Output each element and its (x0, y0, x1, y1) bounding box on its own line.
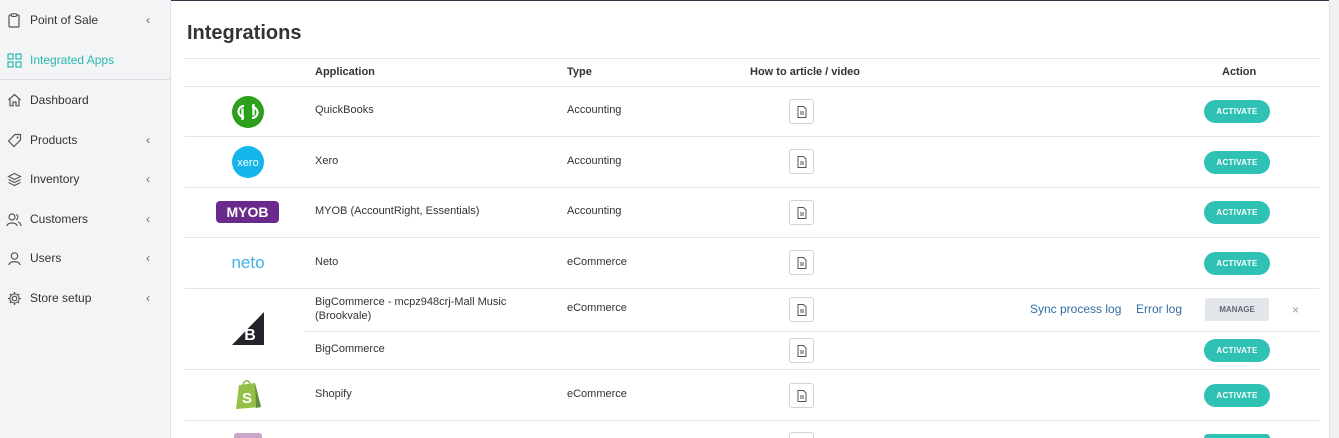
grid-icon (6, 52, 22, 68)
article-button[interactable] (789, 99, 814, 124)
user-icon (6, 250, 22, 266)
document-icon (797, 257, 807, 269)
application-name: Xero (315, 155, 339, 167)
application-type: Accounting (567, 205, 622, 217)
sidebar-item-label: Store setup (30, 291, 92, 305)
chevron-left-icon: ‹ (146, 172, 150, 186)
chevron-left-icon: ‹ (146, 13, 150, 27)
row-divider (305, 331, 1319, 332)
application-name: Shopify (315, 388, 352, 400)
application-name: MYOB (AccountRight, Essentials) (315, 205, 480, 217)
row-divider (185, 187, 1319, 188)
document-icon (797, 390, 807, 402)
column-header-application: Application (315, 66, 375, 78)
error-log-link[interactable]: Error log (1136, 302, 1182, 316)
column-header-howto: How to article / video (750, 66, 861, 78)
column-header-action: Action (1222, 66, 1257, 78)
activate-button[interactable]: ACTIVATE (1204, 384, 1270, 407)
article-button[interactable] (789, 383, 814, 408)
xero-logo-text: xero (237, 157, 258, 169)
remove-integration-icon[interactable]: × (1292, 303, 1299, 317)
sidebar-item-dashboard[interactable]: Dashboard (0, 82, 170, 118)
sidebar-item-inventory[interactable]: Inventory ‹ (0, 161, 170, 197)
row-divider (185, 420, 1319, 421)
sidebar-item-label: Users (30, 251, 62, 265)
home-icon (6, 92, 22, 108)
sidebar: Point of Sale ‹ Integrated Apps Dashboar… (0, 0, 171, 438)
gear-icon (6, 290, 22, 306)
layers-icon (6, 171, 22, 187)
top-border (170, 0, 1339, 1)
sidebar-item-point-of-sale[interactable]: Point of Sale ‹ (0, 2, 170, 38)
sidebar-divider (0, 79, 170, 80)
chevron-left-icon: ‹ (146, 133, 150, 147)
neto-logo: neto (229, 252, 267, 275)
application-type: Accounting (567, 155, 622, 167)
sidebar-item-label: Integrated Apps (30, 53, 115, 67)
vertical-scrollbar[interactable] (1329, 0, 1339, 438)
application-name: BigCommerce - mcpz948crj-Mall Music (Bro… (315, 296, 507, 322)
article-button[interactable] (789, 149, 814, 174)
partial-logo (234, 433, 262, 438)
sync-process-log-link[interactable]: Sync process log (1030, 302, 1121, 316)
document-icon (797, 304, 807, 316)
xero-logo: xero (232, 146, 264, 181)
page-title: Integrations (187, 22, 302, 44)
application-name: BigCommerce (315, 343, 385, 355)
activate-button[interactable]: ACTIVATE (1204, 339, 1270, 362)
chevron-left-icon: ‹ (146, 212, 150, 226)
document-icon (797, 106, 807, 118)
application-name: Neto (315, 256, 339, 268)
document-icon (797, 156, 807, 168)
sidebar-item-users[interactable]: Users ‹ (0, 240, 170, 276)
clipboard-icon (6, 12, 22, 28)
application-type: eCommerce (567, 256, 627, 268)
activate-button[interactable]: ACTIVATE (1204, 252, 1270, 275)
row-divider (185, 86, 1319, 87)
row-divider (185, 369, 1319, 370)
article-button[interactable] (789, 250, 814, 275)
activate-button[interactable]: ACTIVATE (1204, 100, 1270, 123)
sidebar-item-products[interactable]: Products ‹ (0, 122, 170, 158)
bigcommerce-logo: B (232, 312, 264, 348)
application-type: Accounting (567, 104, 622, 116)
svg-text:B: B (244, 327, 256, 344)
activate-button[interactable]: ACTIVATE (1204, 151, 1270, 174)
shopify-logo: S (234, 378, 262, 413)
table-top-border (185, 58, 1319, 59)
document-icon (797, 345, 807, 357)
row-divider (185, 288, 1319, 289)
sidebar-item-label: Dashboard (30, 93, 89, 107)
activate-button[interactable] (1204, 434, 1270, 438)
myob-logo: MYOB (216, 201, 279, 226)
activate-button[interactable]: ACTIVATE (1204, 201, 1270, 224)
myob-logo-text: MYOB (227, 204, 269, 220)
sidebar-item-label: Point of Sale (30, 13, 99, 27)
row-divider (185, 136, 1319, 137)
document-icon (797, 207, 807, 219)
sidebar-item-integrated-apps[interactable]: Integrated Apps (0, 42, 170, 78)
neto-logo-text: neto (231, 253, 264, 272)
manage-button[interactable]: MANAGE (1205, 298, 1269, 321)
sidebar-item-customers[interactable]: Customers ‹ (0, 201, 170, 237)
article-button[interactable] (789, 297, 814, 322)
application-type: eCommerce (567, 388, 627, 400)
article-button[interactable] (789, 200, 814, 225)
row-divider (185, 237, 1319, 238)
users-icon (6, 211, 22, 227)
sidebar-item-label: Inventory (30, 172, 80, 186)
quickbooks-logo (232, 96, 264, 131)
tag-icon (6, 132, 22, 148)
chevron-left-icon: ‹ (146, 251, 150, 265)
sidebar-item-label: Customers (30, 212, 89, 226)
application-type: eCommerce (567, 302, 627, 314)
chevron-left-icon: ‹ (146, 291, 150, 305)
application-name: QuickBooks (315, 104, 374, 116)
sidebar-item-store-setup[interactable]: Store setup ‹ (0, 280, 170, 316)
svg-text:S: S (242, 390, 252, 407)
sidebar-item-label: Products (30, 133, 78, 147)
column-header-type: Type (567, 66, 592, 78)
article-button[interactable] (789, 432, 814, 438)
article-button[interactable] (789, 338, 814, 363)
